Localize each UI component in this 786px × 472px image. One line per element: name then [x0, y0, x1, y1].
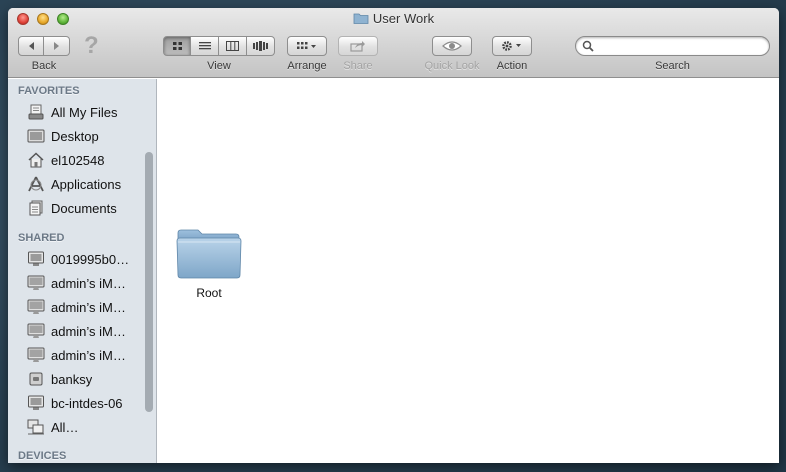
documents-icon: [26, 199, 46, 217]
coverflow-view-icon: [253, 41, 268, 51]
folder-icon: [176, 229, 242, 279]
action-button[interactable]: [492, 36, 532, 56]
column-view-button[interactable]: [219, 36, 247, 56]
applications-icon: [26, 175, 46, 193]
sidebar-item-shared-imac[interactable]: admin’s iM…: [8, 344, 144, 366]
column-view-icon: [226, 41, 239, 51]
sidebar-item-label: All…: [51, 419, 79, 435]
desktop-icon: [26, 127, 46, 145]
toolbar: User Work Back ? View Arrange Share Quic…: [8, 8, 779, 78]
view-label: View: [207, 60, 231, 72]
imac-icon: [26, 322, 46, 340]
sidebar-item-label: 0019995b0…: [51, 251, 130, 267]
share-label: Share: [343, 60, 373, 72]
folder-icon: [353, 13, 369, 24]
sidebar-item-desktop[interactable]: Desktop: [8, 125, 144, 147]
gear-icon: [502, 41, 521, 51]
sidebar-item-label: admin’s iM…: [51, 347, 126, 363]
back-button[interactable]: [18, 36, 44, 56]
arrange-label: Arrange: [287, 60, 327, 72]
back-forward-control: [18, 36, 70, 56]
sidebar-item-documents[interactable]: Documents: [8, 197, 144, 219]
devices-header: DEVICES: [18, 450, 67, 462]
sidebar-item-shared-imac[interactable]: admin’s iM…: [8, 296, 144, 318]
sidebar-item-shared-banksy[interactable]: banksy: [8, 368, 144, 390]
eye-icon: [442, 41, 462, 51]
sidebar-item-label: admin’s iM…: [51, 299, 126, 315]
favorites-header: FAVORITES: [18, 85, 80, 97]
back-label: Back: [31, 60, 57, 72]
forward-button[interactable]: [44, 36, 70, 56]
coverflow-view-button[interactable]: [247, 36, 275, 56]
sidebar-item-home[interactable]: el102548: [8, 149, 144, 171]
sidebar-item-applications[interactable]: Applications: [8, 173, 144, 195]
file-browser-content[interactable]: Root: [158, 79, 779, 463]
sidebar-item-label: banksy: [51, 371, 93, 387]
list-view-icon: [198, 42, 211, 50]
sidebar-item-label: admin’s iM…: [51, 323, 126, 339]
window-title-text: User Work: [372, 11, 435, 26]
forward-arrow-icon: [54, 42, 59, 50]
sidebar-item-shared-bc-intdes[interactable]: bc-intdes-06: [8, 392, 144, 414]
shared-header: SHARED: [18, 232, 65, 244]
action-label: Action: [496, 60, 528, 72]
sidebar-scrollbar[interactable]: [145, 152, 153, 412]
icon-view-icon: [172, 42, 182, 50]
arrange-grid-icon: [297, 42, 316, 49]
sidebar-item-shared-imac[interactable]: admin’s iM…: [8, 320, 144, 342]
view-mode-control: [163, 36, 275, 56]
sidebar-item-shared-imac[interactable]: admin’s iM…: [8, 272, 144, 294]
list-view-button[interactable]: [191, 36, 219, 56]
search-icon: [582, 40, 594, 52]
quicklook-button[interactable]: [432, 36, 472, 56]
sidebar-item-label: el102548: [51, 152, 105, 168]
home-icon: [26, 151, 46, 169]
imac-icon: [26, 274, 46, 292]
sidebar-item-label: Applications: [51, 176, 122, 192]
search-field[interactable]: [575, 36, 770, 56]
search-input[interactable]: [596, 38, 764, 54]
quicklook-label: Quick Look: [424, 60, 480, 72]
imac-icon: [26, 346, 46, 364]
arrange-button[interactable]: [287, 36, 327, 56]
sidebar-item-label: Documents: [51, 200, 117, 216]
computer-icon: [26, 394, 46, 412]
window-title: User Work: [8, 11, 779, 26]
back-arrow-icon: [28, 42, 34, 50]
sidebar-item-shared-all[interactable]: All…: [8, 416, 144, 438]
sidebar-item-label: bc-intdes-06: [51, 395, 123, 411]
sidebar-item-label: All My Files: [51, 104, 118, 120]
folder-item-root[interactable]: Root: [174, 225, 244, 301]
share-icon: [350, 41, 365, 52]
sidebar-item-label: Desktop: [51, 128, 99, 144]
folder-item-label: Root: [196, 286, 222, 300]
share-button[interactable]: [338, 36, 378, 56]
search-label: Search: [655, 60, 690, 72]
finder-window: User Work Back ? View Arrange Share Quic…: [8, 8, 779, 463]
sidebar-item-shared-computer[interactable]: 0019995b0…: [8, 248, 144, 270]
all-files-icon: [26, 103, 46, 121]
computer-icon: [26, 250, 46, 268]
sidebar-item-all-my-files[interactable]: All My Files: [8, 101, 144, 123]
sidebar: FAVORITES All My Files Desktop el102548 …: [8, 79, 157, 463]
imac-icon: [26, 298, 46, 316]
icon-view-button[interactable]: [163, 36, 191, 56]
sidebar-item-label: admin’s iM…: [51, 275, 126, 291]
network-icon: [26, 418, 46, 436]
help-icon[interactable]: ?: [84, 32, 99, 60]
server-icon: [26, 370, 46, 388]
